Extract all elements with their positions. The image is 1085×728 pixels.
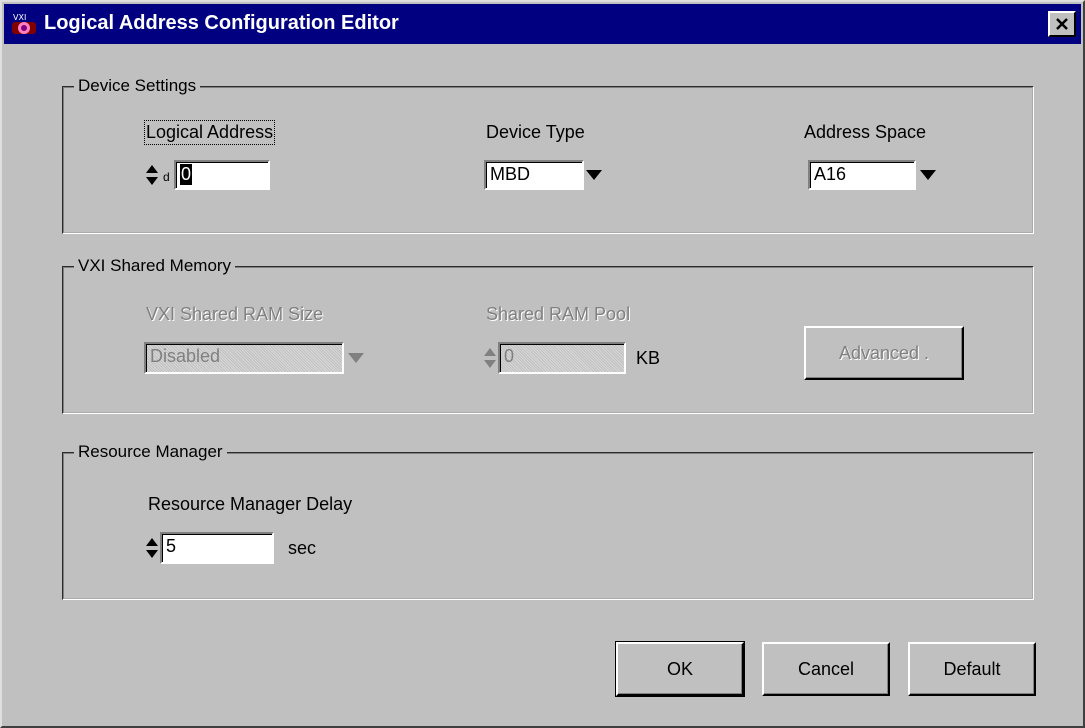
resource-manager-delay-value: 5 [166, 536, 177, 556]
device-type-label: Device Type [486, 122, 585, 142]
vxi-shared-memory-label: VXI Shared Memory [74, 256, 236, 276]
close-button[interactable] [1048, 11, 1076, 37]
logical-address-value: 0 [180, 164, 193, 185]
close-icon [1056, 18, 1068, 30]
logical-address-input[interactable]: 0 [174, 160, 270, 190]
logical-address-spinner[interactable] [145, 163, 159, 187]
resource-manager-delay-label: Resource Manager Delay [148, 494, 353, 514]
chevron-down-icon [920, 170, 936, 180]
spinner-arrows-icon [484, 348, 496, 368]
device-settings-label: Device Settings [74, 76, 201, 96]
shared-ram-pool-unit: KB [636, 348, 661, 368]
cancel-button[interactable]: Cancel [762, 642, 890, 696]
shared-ram-pool-spinner[interactable] [483, 346, 497, 370]
shared-ram-pool-value: 0 [504, 346, 515, 366]
title-bar[interactable]: VXI Logical Address Configuration Editor [4, 4, 1081, 44]
shared-ram-pool-label: Shared RAM Pool [486, 304, 631, 324]
dialog-window: VXI Logical Address Configuration Editor… [0, 0, 1085, 728]
default-button[interactable]: Default [908, 642, 1036, 696]
device-type-select[interactable]: MBD [484, 160, 584, 190]
resource-manager-group: Resource Manager [62, 442, 1034, 600]
chevron-down-icon [348, 353, 364, 363]
address-space-dropdown-button[interactable] [916, 162, 940, 188]
resource-manager-delay-input[interactable]: 5 [160, 532, 274, 564]
ok-button-label: OK [666, 658, 693, 679]
vxi-app-icon: VXI [10, 10, 38, 38]
logical-address-prefix: d [163, 170, 170, 184]
chevron-down-icon [586, 170, 602, 180]
shared-ram-pool-input[interactable]: 0 [498, 342, 626, 374]
default-button-label: Default [943, 658, 1001, 679]
advanced-button[interactable]: Advanced . [804, 326, 964, 380]
vxi-shared-ram-size-label: VXI Shared RAM Size [146, 304, 324, 324]
vxi-shared-ram-size-dropdown-button[interactable] [344, 345, 368, 371]
device-type-value: MBD [490, 164, 530, 184]
address-space-select[interactable]: A16 [808, 160, 916, 190]
svg-text:VXI: VXI [13, 13, 26, 22]
advanced-button-label: Advanced . [838, 342, 930, 363]
ok-button[interactable]: OK [615, 641, 745, 697]
device-type-dropdown-button[interactable] [582, 162, 606, 188]
resource-manager-delay-spinner[interactable] [145, 536, 159, 560]
spinner-arrows-icon [146, 538, 158, 558]
vxi-shared-ram-size-value: Disabled [150, 346, 221, 366]
resource-manager-label: Resource Manager [74, 442, 227, 462]
window-title: Logical Address Configuration Editor [44, 12, 399, 34]
address-space-label: Address Space [804, 122, 927, 142]
resource-manager-delay-unit: sec [288, 538, 317, 558]
cancel-button-label: Cancel [797, 658, 855, 679]
address-space-value: A16 [814, 164, 847, 184]
spinner-arrows-icon [146, 165, 158, 185]
logical-address-label: Logical Address [143, 120, 276, 145]
vxi-shared-ram-size-select[interactable]: Disabled [144, 342, 344, 374]
